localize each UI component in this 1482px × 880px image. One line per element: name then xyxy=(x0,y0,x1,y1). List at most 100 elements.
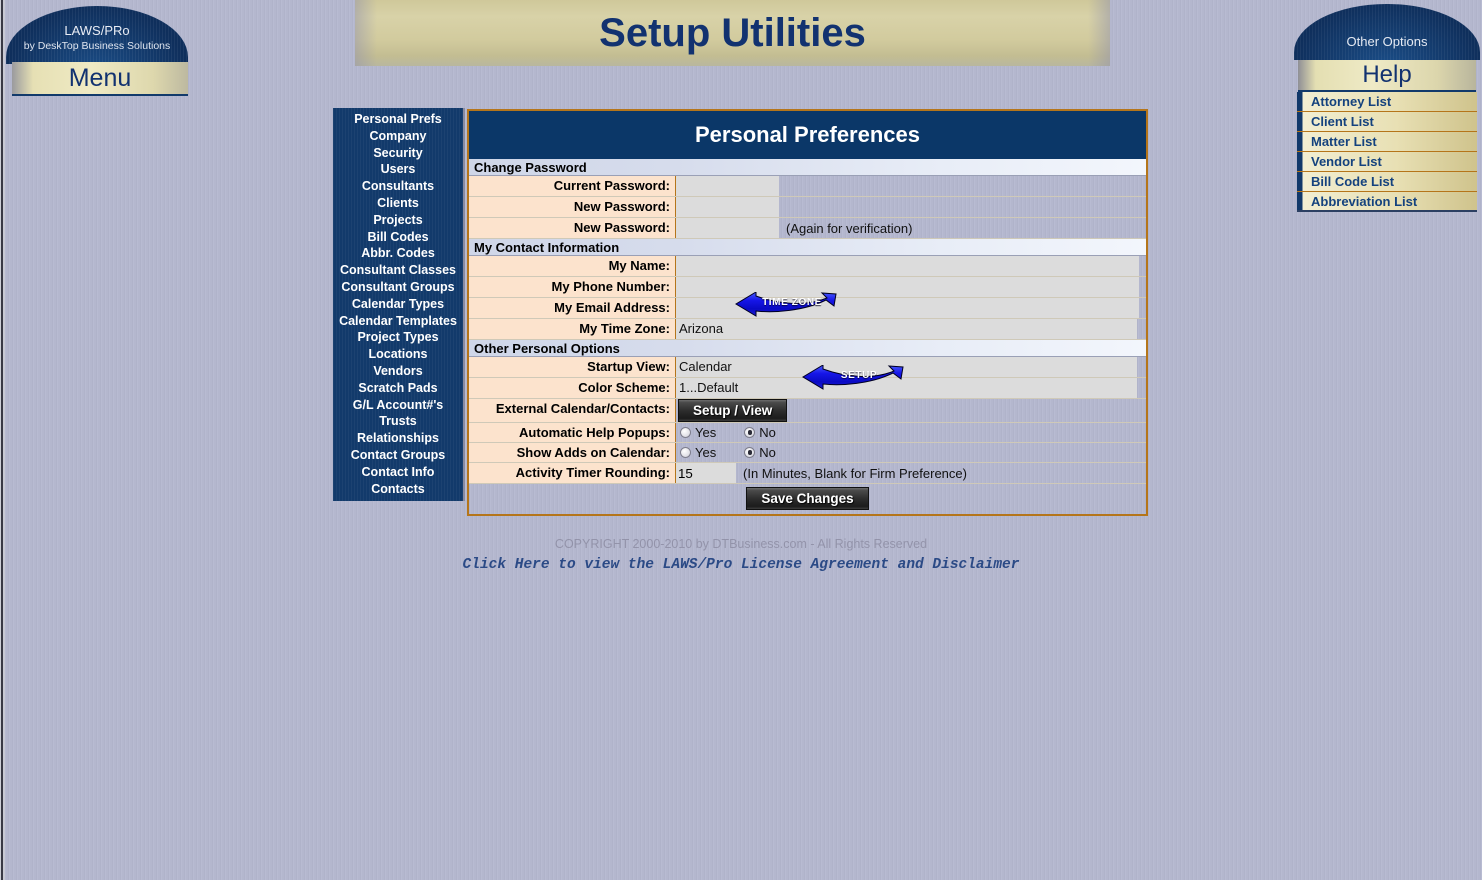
license-agreement-link[interactable]: Click Here to view the LAWS/Pro License … xyxy=(0,557,1482,573)
timer-rounding-input[interactable] xyxy=(676,463,736,483)
help-button-label: Help xyxy=(1362,61,1412,88)
sidebar-item-consultant-classes[interactable]: Consultant Classes xyxy=(333,262,463,279)
section-header-other-options: Other Personal Options xyxy=(469,340,1146,357)
show-adds-no-label: No xyxy=(759,445,776,460)
sidebar-item-calendar-templates[interactable]: Calendar Templates xyxy=(333,313,463,330)
verify-note: (Again for verification) xyxy=(786,220,913,236)
other-options-header: Other Options xyxy=(1346,34,1428,49)
label-my-name: My Name: xyxy=(469,256,676,276)
row-my-phone: My Phone Number: xyxy=(469,277,1146,298)
sidebar-item-vendors[interactable]: Vendors xyxy=(333,363,463,380)
current-password-input[interactable] xyxy=(676,176,779,196)
option-item-bill-code-list[interactable]: Bill Code List xyxy=(1297,172,1477,192)
sidebar-item-relationships[interactable]: Relationships xyxy=(333,430,463,447)
sidebar-item-security[interactable]: Security xyxy=(333,145,463,162)
show-adds-yes-label: Yes xyxy=(695,445,717,460)
section-header-change-password: Change Password xyxy=(469,159,1146,176)
row-startup-view: Startup View: Calendar xyxy=(469,357,1146,378)
label-show-adds: Show Adds on Calendar: xyxy=(469,443,676,462)
sidebar-item-contact-groups[interactable]: Contact Groups xyxy=(333,447,463,464)
label-startup-view: Startup View: xyxy=(469,357,676,377)
help-popups-no-label: No xyxy=(759,425,776,440)
show-adds-yes-radio[interactable] xyxy=(680,447,691,458)
section-header-contact-information: My Contact Information xyxy=(469,239,1146,256)
sidebar-item-locations[interactable]: Locations xyxy=(333,346,463,363)
help-popups-yes-label: Yes xyxy=(695,425,717,440)
sidebar-item-contacts[interactable]: Contacts xyxy=(333,481,463,498)
value-new-password xyxy=(676,197,1146,217)
option-item-label: Client List xyxy=(1311,114,1374,129)
sidebar-item-personal-prefs[interactable]: Personal Prefs xyxy=(333,111,463,128)
row-new-password: New Password: xyxy=(469,197,1146,218)
row-save: Save Changes xyxy=(469,484,1146,514)
row-my-name: My Name: xyxy=(469,256,1146,277)
save-changes-button[interactable]: Save Changes xyxy=(746,487,869,510)
sidebar-item-company[interactable]: Company xyxy=(333,128,463,145)
value-show-adds: Yes No xyxy=(676,443,1146,462)
personal-preferences-form: Personal Preferences Change Password Cur… xyxy=(467,109,1148,516)
my-timezone-value[interactable]: Arizona xyxy=(676,319,1137,339)
setup-view-button[interactable]: Setup / View xyxy=(678,399,788,422)
new-password-verify-input[interactable] xyxy=(676,218,779,238)
sidebar-item-clients[interactable]: Clients xyxy=(333,195,463,212)
option-item-client-list[interactable]: Client List xyxy=(1297,112,1477,132)
sidebar-item-projects[interactable]: Projects xyxy=(333,212,463,229)
sidebar-item-gl-accounts[interactable]: G/L Account#'s xyxy=(333,397,463,414)
app-logo[interactable]: LAWS/PRo by DeskTop Business Solutions M… xyxy=(6,6,188,96)
help-popups-yes-radio[interactable] xyxy=(680,427,691,438)
show-adds-no-radio[interactable] xyxy=(744,447,756,458)
sidebar-item-contact-info[interactable]: Contact Info xyxy=(333,464,463,481)
sidebar-item-project-types[interactable]: Project Types xyxy=(333,329,463,346)
sidebar-item-trusts[interactable]: Trusts xyxy=(333,413,463,430)
logo-product-name: LAWS/PRo xyxy=(64,23,130,38)
row-color-scheme: Color Scheme: 1...Default xyxy=(469,378,1146,399)
sidebar-item-calendar-types[interactable]: Calendar Types xyxy=(333,296,463,313)
setup-menu: Personal Prefs Company Security Users Co… xyxy=(333,108,465,502)
label-new-password-verify: New Password: xyxy=(469,218,676,238)
my-phone-input[interactable] xyxy=(676,277,1139,297)
menu-button[interactable]: Menu xyxy=(12,62,188,96)
other-options-list: Attorney List Client List Matter List Ve… xyxy=(1297,92,1477,212)
option-item-attorney-list[interactable]: Attorney List xyxy=(1297,92,1477,112)
value-timer-rounding: (In Minutes, Blank for Firm Preference) xyxy=(676,463,1146,483)
option-item-vendor-list[interactable]: Vendor List xyxy=(1297,152,1477,172)
sidebar-item-scratch-pads[interactable]: Scratch Pads xyxy=(333,380,463,397)
form-title: Personal Preferences xyxy=(694,122,921,147)
value-new-password-verify: (Again for verification) xyxy=(676,218,1146,238)
label-my-timezone: My Time Zone: xyxy=(469,319,676,339)
sidebar-item-bill-codes[interactable]: Bill Codes xyxy=(333,229,463,246)
my-email-input[interactable] xyxy=(676,298,1139,318)
value-my-name xyxy=(676,256,1146,276)
logo-company-name: by DeskTop Business Solutions xyxy=(23,40,171,52)
row-current-password: Current Password: xyxy=(469,176,1146,197)
value-external-calendar: Setup / View xyxy=(676,399,1146,422)
value-my-email xyxy=(676,298,1146,318)
label-new-password: New Password: xyxy=(469,197,676,217)
value-my-timezone: Arizona xyxy=(676,319,1146,339)
row-my-email: My Email Address: xyxy=(469,298,1146,319)
help-popups-radio-group: Yes No xyxy=(676,424,804,442)
option-item-label: Attorney List xyxy=(1311,94,1392,109)
row-timer-rounding: Activity Timer Rounding: (In Minutes, Bl… xyxy=(469,463,1146,484)
new-password-input[interactable] xyxy=(676,197,779,217)
menu-button-label: Menu xyxy=(68,63,132,92)
option-item-matter-list[interactable]: Matter List xyxy=(1297,132,1477,152)
startup-view-value[interactable]: Calendar xyxy=(676,357,1137,377)
my-name-input[interactable] xyxy=(676,256,1139,276)
value-color-scheme: 1...Default xyxy=(676,378,1146,398)
label-current-password: Current Password: xyxy=(469,176,676,196)
option-item-label: Vendor List xyxy=(1311,154,1382,169)
row-external-calendar: External Calendar/Contacts: Setup / View xyxy=(469,399,1146,423)
color-scheme-value[interactable]: 1...Default xyxy=(676,378,1137,398)
sidebar-item-consultant-groups[interactable]: Consultant Groups xyxy=(333,279,463,296)
copyright-text: COPYRIGHT 2000-2010 by DTBusiness.com - … xyxy=(554,537,928,551)
sidebar-item-abbr-codes[interactable]: Abbr. Codes xyxy=(333,245,463,262)
sidebar-item-consultants[interactable]: Consultants xyxy=(333,178,463,195)
option-item-abbreviation-list[interactable]: Abbreviation List xyxy=(1297,192,1477,212)
help-button[interactable]: Help xyxy=(1298,60,1476,92)
row-help-popups: Automatic Help Popups: Yes No xyxy=(469,423,1146,443)
label-timer-rounding: Activity Timer Rounding: xyxy=(469,463,676,483)
help-popups-no-radio[interactable] xyxy=(744,427,756,438)
sidebar-item-users[interactable]: Users xyxy=(333,161,463,178)
label-my-phone: My Phone Number: xyxy=(469,277,676,297)
